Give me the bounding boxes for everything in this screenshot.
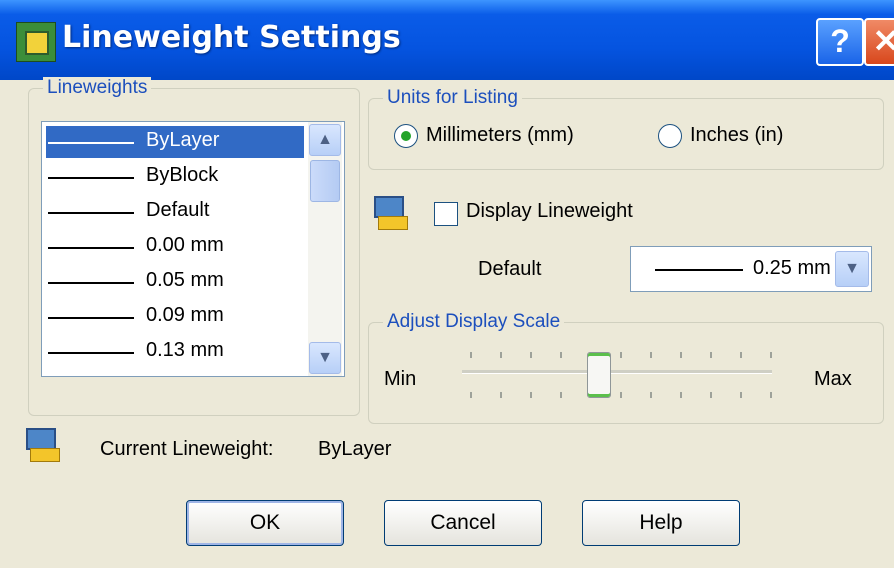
inches-radio[interactable] (658, 124, 682, 148)
list-item-label: ByLayer (146, 129, 220, 151)
lineweights-listbox[interactable]: ByLayer ByBlock Default 0.00 mm 0.05 mm (41, 121, 345, 377)
lineweight-display-icon (374, 196, 408, 230)
millimeters-label[interactable]: Millimeters (mm) (426, 124, 574, 147)
current-lineweight-value: ByLayer (318, 438, 392, 460)
list-item[interactable]: ByBlock (46, 161, 304, 193)
dialog-client-area: Lineweights ByLayer ByBlock Default 0.00… (10, 77, 894, 568)
scroll-thumb[interactable] (310, 160, 340, 202)
list-item[interactable]: 0.05 mm (46, 266, 304, 298)
slider-tick (470, 352, 472, 358)
slider-tick (770, 352, 772, 358)
lineweight-sample (48, 142, 134, 144)
units-group-label: Units for Listing (383, 87, 522, 109)
lineweight-sample (655, 269, 743, 271)
slider-tick (680, 352, 682, 358)
slider-tick (710, 392, 712, 398)
slider-tick (740, 392, 742, 398)
list-item[interactable]: 0.13 mm (46, 336, 304, 368)
lineweight-sample (48, 212, 134, 214)
list-item-label: 0.05 mm (146, 269, 224, 291)
list-item[interactable]: 0.00 mm (46, 231, 304, 263)
slider-tick (500, 352, 502, 358)
list-item-label: 0.09 mm (146, 304, 224, 326)
millimeters-radio[interactable] (394, 124, 418, 148)
slider-tick (650, 392, 652, 398)
lineweight-sample (48, 317, 134, 319)
slider-tick (470, 392, 472, 398)
scroll-up-button[interactable]: ▲ (309, 124, 341, 156)
list-scrollbar[interactable]: ▲ ▼ (308, 122, 342, 376)
close-button[interactable]: ✕ (864, 18, 894, 66)
display-lineweight-checkbox[interactable] (434, 202, 458, 226)
title-bar[interactable]: Lineweight Settings ? ✕ (0, 0, 894, 80)
scroll-down-button[interactable]: ▼ (309, 342, 341, 374)
cancel-button[interactable]: Cancel (384, 500, 542, 546)
list-item-label: ByBlock (146, 164, 219, 186)
lineweight-sample (48, 352, 134, 354)
slider-tick (740, 352, 742, 358)
slider-tick (530, 352, 532, 358)
lineweight-sample (48, 177, 134, 179)
lineweight-sample (48, 247, 134, 249)
scale-group-label: Adjust Display Scale (383, 311, 565, 333)
list-item[interactable]: ByLayer (46, 126, 304, 158)
display-lineweight-label[interactable]: Display Lineweight (466, 200, 633, 223)
radio-selected-dot (401, 131, 411, 141)
slider-tick (710, 352, 712, 358)
slider-tick (770, 392, 772, 398)
list-item-label: Default (146, 199, 210, 221)
lineweight-settings-dialog: Lineweight Settings ? ✕ Lineweights ByLa… (0, 0, 894, 568)
list-item-label: 0.13 mm (146, 339, 224, 361)
slider-tick (620, 392, 622, 398)
lineweights-group-label: Lineweights (43, 77, 152, 99)
dropdown-button[interactable]: ▼ (835, 251, 869, 287)
app-icon (16, 22, 56, 62)
default-lineweight-select[interactable]: 0.25 mm ▼ (630, 246, 872, 292)
help-button[interactable]: Help (582, 500, 740, 546)
list-item[interactable]: Default (46, 196, 304, 228)
default-lineweight-value: 0.25 mm (753, 257, 831, 279)
slider-tick (560, 392, 562, 398)
slider-tick (500, 392, 502, 398)
slider-tick (680, 392, 682, 398)
display-scale-slider-thumb[interactable] (587, 352, 611, 398)
lineweights-group: Lineweights ByLayer ByBlock Default 0.00… (28, 77, 360, 416)
max-label: Max (814, 368, 852, 390)
default-label: Default (478, 258, 542, 280)
window-title: Lineweight Settings (62, 20, 401, 55)
lineweight-current-icon (26, 428, 60, 462)
ok-button[interactable]: OK (186, 500, 344, 546)
current-lineweight-label: Current Lineweight: (100, 438, 274, 460)
list-item-label: 0.00 mm (146, 234, 224, 256)
inches-label[interactable]: Inches (in) (690, 124, 783, 147)
min-label: Min (384, 368, 417, 390)
slider-tick (560, 352, 562, 358)
lineweight-sample (48, 282, 134, 284)
list-item[interactable]: 0.09 mm (46, 301, 304, 333)
display-scale-slider[interactable] (462, 370, 772, 374)
help-title-button[interactable]: ? (816, 18, 864, 66)
slider-tick (620, 352, 622, 358)
slider-tick (650, 352, 652, 358)
slider-tick (530, 392, 532, 398)
